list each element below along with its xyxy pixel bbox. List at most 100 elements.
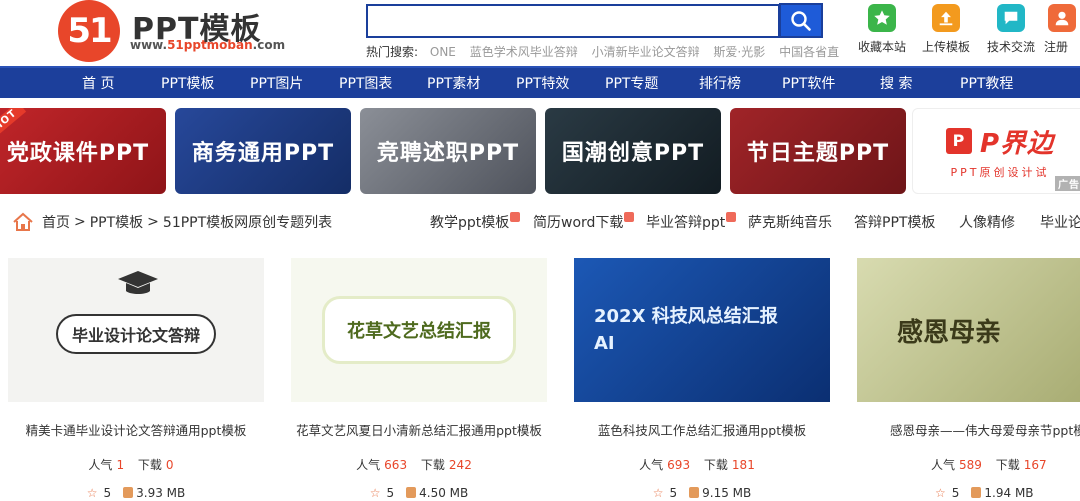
breadcrumb-templates[interactable]: PPT模板	[90, 212, 143, 232]
card-title[interactable]: 精美卡通毕业设计论文答辩通用ppt模板	[8, 420, 264, 439]
star-outline-icon: ☆	[652, 486, 664, 500]
hot-keyword[interactable]: 中国各省直	[779, 45, 839, 59]
hot-keyword[interactable]: 小清新毕业论文答辩	[592, 45, 700, 59]
hot-keyword[interactable]: 蓝色学术风毕业答辩	[470, 45, 578, 59]
card-meta: ☆ 5 4.50 MB	[291, 486, 547, 500]
tool-chat[interactable]: 技术交流	[981, 4, 1041, 55]
nav-item-home[interactable]: 首 页	[82, 73, 114, 93]
nav-item-search[interactable]: 搜 索	[880, 73, 912, 93]
card-thumbnail[interactable]: 感恩母亲	[857, 258, 1080, 402]
popularity-count: 589	[959, 458, 982, 472]
thumb-headline: 花草文艺总结汇报	[322, 296, 516, 364]
card-meta: ☆ 5 3.93 MB	[8, 486, 264, 500]
tag-link[interactable]: 萨克斯纯音乐	[748, 212, 832, 232]
template-card[interactable]: 202X 科技风总结汇报 AI 蓝色科技风工作总结汇报通用ppt模板 人气 693…	[574, 258, 830, 501]
template-card[interactable]: 花草文艺总结汇报 花草文艺风夏日小清新总结汇报通用ppt模板 人气 663 下载 2…	[291, 258, 547, 501]
downloads-count: 167	[1023, 458, 1047, 472]
file-size: 9.15 MB	[702, 486, 752, 500]
downloads-count: 181	[731, 458, 755, 472]
tag-label: 毕业答辩ppt	[646, 215, 726, 231]
breadcrumb-sep: >	[74, 214, 86, 230]
banner-party[interactable]: HOT 党政课件PPT	[0, 108, 166, 194]
card-thumbnail[interactable]: 毕业设计论文答辩	[8, 258, 264, 402]
nav-item-images[interactable]: PPT图片	[250, 73, 303, 93]
logo-mark[interactable]: 51	[58, 0, 120, 62]
banner-competition[interactable]: 竞聘述职PPT	[360, 108, 536, 194]
hot-keyword[interactable]: 斯爱·光影	[713, 45, 765, 59]
tag-link[interactable]: 毕业答辩ppt	[646, 212, 737, 232]
chat-icon	[997, 4, 1025, 32]
rating-value: 5	[103, 486, 112, 500]
popularity-label: 人气	[88, 458, 113, 472]
banner-festival[interactable]: 节日主题PPT	[730, 108, 906, 194]
search-input[interactable]	[366, 4, 780, 38]
banner-business[interactable]: 商务通用PPT	[175, 108, 351, 194]
template-card[interactable]: 感恩母亲 感恩母亲——伟大母爱母亲节ppt模板 人气 589 下载 167 ☆ 5 1.…	[857, 258, 1080, 501]
hot-keyword[interactable]: ONE	[430, 45, 456, 59]
downloads-label: 下载	[995, 458, 1020, 472]
upload-icon	[932, 4, 960, 32]
tool-label: 收藏本站	[857, 40, 906, 54]
tool-register[interactable]: 注册	[1044, 4, 1080, 55]
file-size: 3.93 MB	[136, 486, 186, 500]
card-title[interactable]: 感恩母亲——伟大母爱母亲节ppt模板	[857, 420, 1080, 439]
tool-upload[interactable]: 上传模板	[916, 4, 976, 55]
tag-link[interactable]: 毕业论文	[1040, 212, 1080, 232]
card-thumbnail[interactable]: 202X 科技风总结汇报 AI	[574, 258, 830, 402]
nav-item-tutorials[interactable]: PPT教程	[960, 73, 1013, 93]
thumb-headline: 感恩母亲	[897, 317, 1002, 348]
search-icon	[791, 10, 811, 31]
tag-label: 萨克斯纯音乐	[748, 215, 832, 231]
banner-label: 节日主题PPT	[746, 141, 890, 166]
banner-label: 党政课件PPT	[6, 141, 150, 166]
nav-item-materials[interactable]: PPT素材	[427, 73, 480, 93]
new-badge-icon	[726, 212, 737, 222]
tag-label: 人像精修	[959, 215, 1015, 231]
card-meta: ☆ 5 1.94 MB	[857, 486, 1080, 500]
tool-favorite[interactable]: 收藏本站	[852, 4, 912, 55]
nav-item-topics[interactable]: PPT专题	[605, 73, 658, 93]
nav-item-software[interactable]: PPT软件	[782, 73, 835, 93]
file-size: 1.94 MB	[984, 486, 1034, 500]
banner-guochao[interactable]: 国潮创意PPT	[545, 108, 721, 194]
ad-brand: P界边	[979, 128, 1055, 159]
downloads-label: 下载	[420, 458, 445, 472]
thumb-headline: 毕业设计论文答辩	[55, 314, 216, 354]
logo-url-brand: 51pptmoban	[167, 38, 253, 52]
popularity-label: 人气	[356, 458, 381, 472]
tag-link[interactable]: 人像精修	[959, 212, 1015, 232]
ppt-icon: P	[945, 128, 972, 154]
template-card[interactable]: 毕业设计论文答辩 精美卡通毕业设计论文答辩通用ppt模板 人气 1 下载 0 ☆ 5 3…	[8, 258, 264, 501]
search-button[interactable]	[779, 3, 823, 38]
tag-label: 毕业论文	[1040, 215, 1080, 231]
file-size-icon	[689, 487, 700, 498]
file-size-icon	[971, 487, 982, 498]
card-stats: 人气 663 下载 242	[291, 456, 547, 473]
card-stats: 人气 1 下载 0	[8, 456, 264, 473]
tag-link[interactable]: 教学ppt模板	[430, 212, 521, 232]
breadcrumb-home[interactable]: 首页	[42, 212, 70, 232]
card-thumbnail[interactable]: 花草文艺总结汇报	[291, 258, 547, 402]
banner-ad[interactable]: P P界边 PPT原创设计试 广告	[912, 108, 1080, 194]
tool-label: 技术交流	[986, 40, 1035, 54]
new-badge-icon	[624, 212, 635, 222]
home-icon	[13, 212, 33, 231]
nav-item-templates[interactable]: PPT模板	[161, 73, 214, 93]
tag-link[interactable]: 简历word下载	[533, 212, 635, 232]
nav-item-charts[interactable]: PPT图表	[339, 73, 392, 93]
ad-logo: P P界边	[945, 123, 1055, 160]
card-title[interactable]: 蓝色科技风工作总结汇报通用ppt模板	[574, 420, 830, 439]
tool-label: 注册	[1044, 40, 1069, 54]
popularity-label: 人气	[639, 458, 664, 472]
nav-item-effects[interactable]: PPT特效	[516, 73, 569, 93]
nav-item-ranking[interactable]: 排行榜	[699, 73, 741, 93]
card-stats: 人气 693 下载 181	[574, 456, 830, 473]
register-icon	[1048, 4, 1076, 32]
card-title[interactable]: 花草文艺风夏日小清新总结汇报通用ppt模板	[291, 420, 547, 439]
star-icon	[868, 4, 896, 32]
tool-label: 上传模板	[921, 40, 970, 54]
hot-search-label: 热门搜索:	[366, 45, 419, 59]
tag-link[interactable]: 答辩PPT模板	[854, 212, 935, 232]
graduation-cap-icon	[118, 271, 158, 294]
rating-value: 5	[386, 486, 395, 500]
